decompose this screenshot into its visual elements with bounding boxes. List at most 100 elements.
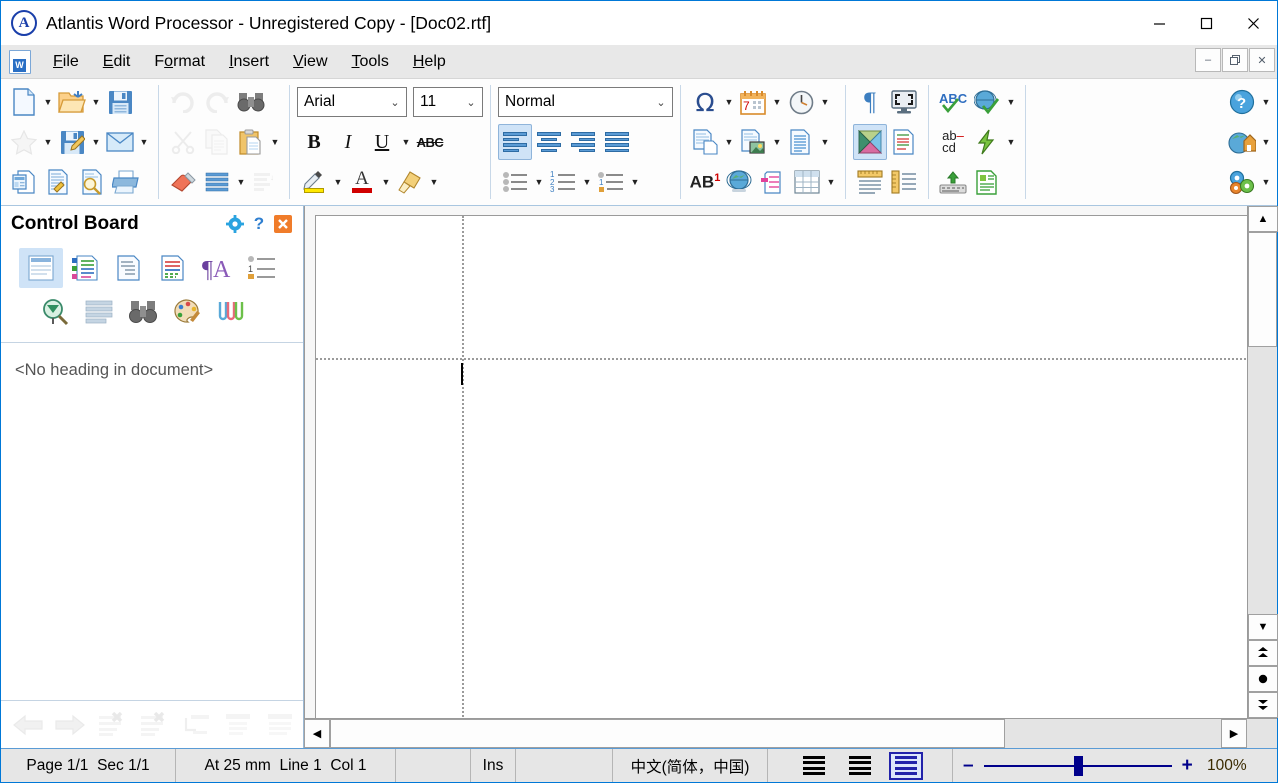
web-spell-check-icon[interactable] — [970, 84, 1004, 120]
scroll-down-button[interactable]: ▼ — [1248, 614, 1278, 640]
zoom-slider[interactable] — [983, 755, 1172, 776]
multilevel-list-icon[interactable]: 1 — [594, 164, 628, 200]
find-binoculars-icon[interactable] — [234, 84, 268, 120]
control-board-find-zoom-icon[interactable] — [33, 292, 77, 332]
document-canvas[interactable] — [304, 206, 1247, 718]
align-right-button[interactable] — [566, 124, 600, 160]
align-left-button[interactable] — [498, 124, 532, 160]
vertical-scroll-thumb[interactable] — [1248, 232, 1277, 347]
align-center-button[interactable] — [532, 124, 566, 160]
open-document-dropdown-icon[interactable]: ▼ — [89, 84, 103, 120]
table-dropdown-icon[interactable]: ▼ — [824, 164, 838, 200]
insert-picture-icon[interactable] — [736, 124, 770, 160]
control-board-revision-view-icon[interactable] — [151, 248, 195, 288]
horizontal-scroll-track[interactable] — [330, 719, 1221, 748]
mdi-close-button[interactable]: ✕ — [1249, 48, 1275, 72]
font-color-dropdown-icon[interactable]: ▼ — [379, 164, 393, 200]
zoom-out-button[interactable]: – — [963, 755, 974, 777]
control-board-binoculars-icon[interactable] — [121, 292, 165, 332]
bulleted-list-icon[interactable] — [498, 164, 532, 200]
menu-view[interactable]: View — [281, 50, 339, 74]
status-page-section[interactable]: Page 1/1 Sec 1/1 — [1, 749, 176, 782]
close-button[interactable] — [1230, 1, 1277, 45]
zoom-level-label[interactable]: 100% — [1203, 757, 1247, 775]
page-view-button[interactable] — [889, 751, 923, 780]
menu-edit[interactable]: Edit — [91, 50, 143, 74]
paragraph-marks-dropdown-icon[interactable]: ▼ — [234, 164, 248, 200]
horizontal-scrollbar[interactable]: ◀ ▶ — [304, 718, 1277, 748]
thesaurus-icon[interactable]: ab– cd — [936, 124, 970, 160]
underline-button[interactable]: U — [365, 124, 399, 160]
insert-symbol-icon[interactable]: Ω — [688, 84, 722, 120]
chevron-down-icon[interactable]: ⌄ — [460, 96, 482, 109]
save-document-icon[interactable] — [103, 84, 137, 120]
menu-insert[interactable]: Insert — [217, 50, 281, 74]
help-question-icon[interactable]: ? — [247, 212, 271, 236]
scroll-right-button[interactable]: ▶ — [1221, 719, 1247, 748]
word-count-icon[interactable] — [970, 164, 1004, 200]
spell-check-icon[interactable]: ABC — [936, 84, 970, 120]
maximize-button[interactable] — [1183, 1, 1230, 45]
options-gears-icon[interactable] — [1225, 164, 1259, 200]
time-dropdown-icon[interactable]: ▼ — [818, 84, 832, 120]
save-as-icon[interactable] — [55, 124, 89, 160]
status-language[interactable]: 中文(简体，中国) — [613, 749, 768, 782]
control-board-styles-list-icon[interactable] — [63, 248, 107, 288]
draft-view-button[interactable] — [841, 755, 879, 776]
expand-all-icon[interactable] — [259, 704, 301, 746]
menu-help[interactable]: Help — [401, 50, 458, 74]
format-painter-icon[interactable] — [393, 164, 427, 200]
format-painter-dropdown-icon[interactable]: ▼ — [427, 164, 441, 200]
zoom-slider-thumb[interactable] — [1073, 755, 1083, 776]
control-board-clips-icon[interactable] — [209, 292, 253, 332]
web-layout-view-icon[interactable] — [887, 124, 921, 160]
paste-dropdown-icon[interactable]: ▼ — [268, 124, 282, 160]
print-preview-icon[interactable] — [75, 164, 109, 200]
textbox-dropdown-icon[interactable]: ▼ — [818, 124, 832, 160]
mdi-minimize-button[interactable]: – — [1195, 48, 1221, 72]
new-document-dropdown-icon[interactable]: ▼ — [41, 84, 55, 120]
horizontal-scroll-thumb[interactable] — [330, 719, 1005, 748]
undo-icon[interactable] — [166, 84, 200, 120]
font-color-icon[interactable]: A — [345, 164, 379, 200]
underline-dropdown-icon[interactable]: ▼ — [399, 124, 413, 160]
open-document-icon[interactable] — [55, 84, 89, 120]
status-position[interactable]: At 25 mm Line 1 Col 1 — [176, 749, 396, 782]
shortcut-keys-icon[interactable] — [936, 164, 970, 200]
paragraph-style-combo[interactable]: Normal ⌄ — [498, 87, 673, 117]
insert-bookmark-icon[interactable] — [756, 164, 790, 200]
full-screen-icon[interactable] — [887, 84, 921, 120]
text-highlight-icon[interactable] — [297, 164, 331, 200]
insert-time-icon[interactable] — [784, 84, 818, 120]
date-dropdown-icon[interactable]: ▼ — [770, 84, 784, 120]
close-icon[interactable] — [271, 212, 295, 236]
menu-file[interactable]: File — [41, 50, 91, 74]
insert-textbox-icon[interactable] — [784, 124, 818, 160]
print-icon[interactable] — [109, 164, 143, 200]
previous-page-button[interactable] — [1248, 640, 1278, 666]
autocorrect-icon[interactable] — [970, 124, 1004, 160]
show-paragraph-marks-icon[interactable]: ¶ — [853, 84, 887, 120]
clear-formatting-eraser-icon[interactable] — [166, 164, 200, 200]
picture-dropdown-icon[interactable]: ▼ — [770, 124, 784, 160]
control-board-outline-view-icon[interactable] — [107, 248, 151, 288]
show-ruler-icon[interactable] — [853, 164, 887, 200]
insert-footnote-icon[interactable] — [688, 124, 722, 160]
highlight-dropdown-icon[interactable]: ▼ — [331, 164, 345, 200]
symbol-dropdown-icon[interactable]: ▼ — [722, 84, 736, 120]
promote-delete-icon[interactable] — [91, 704, 133, 746]
redo-icon[interactable] — [200, 84, 234, 120]
copy-icon[interactable] — [200, 124, 234, 160]
chevron-down-icon[interactable]: ⌄ — [384, 96, 406, 109]
vertical-scroll-track[interactable] — [1248, 232, 1277, 614]
status-overtype[interactable]: Ins — [471, 749, 516, 782]
strikethrough-button[interactable]: ABC — [413, 124, 447, 160]
home-page-icon[interactable] — [1225, 124, 1259, 160]
favorites-star-icon[interactable] — [7, 124, 41, 160]
control-board-palette-icon[interactable] — [165, 292, 209, 332]
new-document-icon[interactable] — [7, 84, 41, 120]
select-browse-object-button[interactable] — [1248, 666, 1278, 692]
control-board-numbering-view-icon[interactable]: 1 — [239, 248, 283, 288]
menu-tools[interactable]: Tools — [340, 50, 401, 74]
menu-format[interactable]: Format — [142, 50, 217, 74]
